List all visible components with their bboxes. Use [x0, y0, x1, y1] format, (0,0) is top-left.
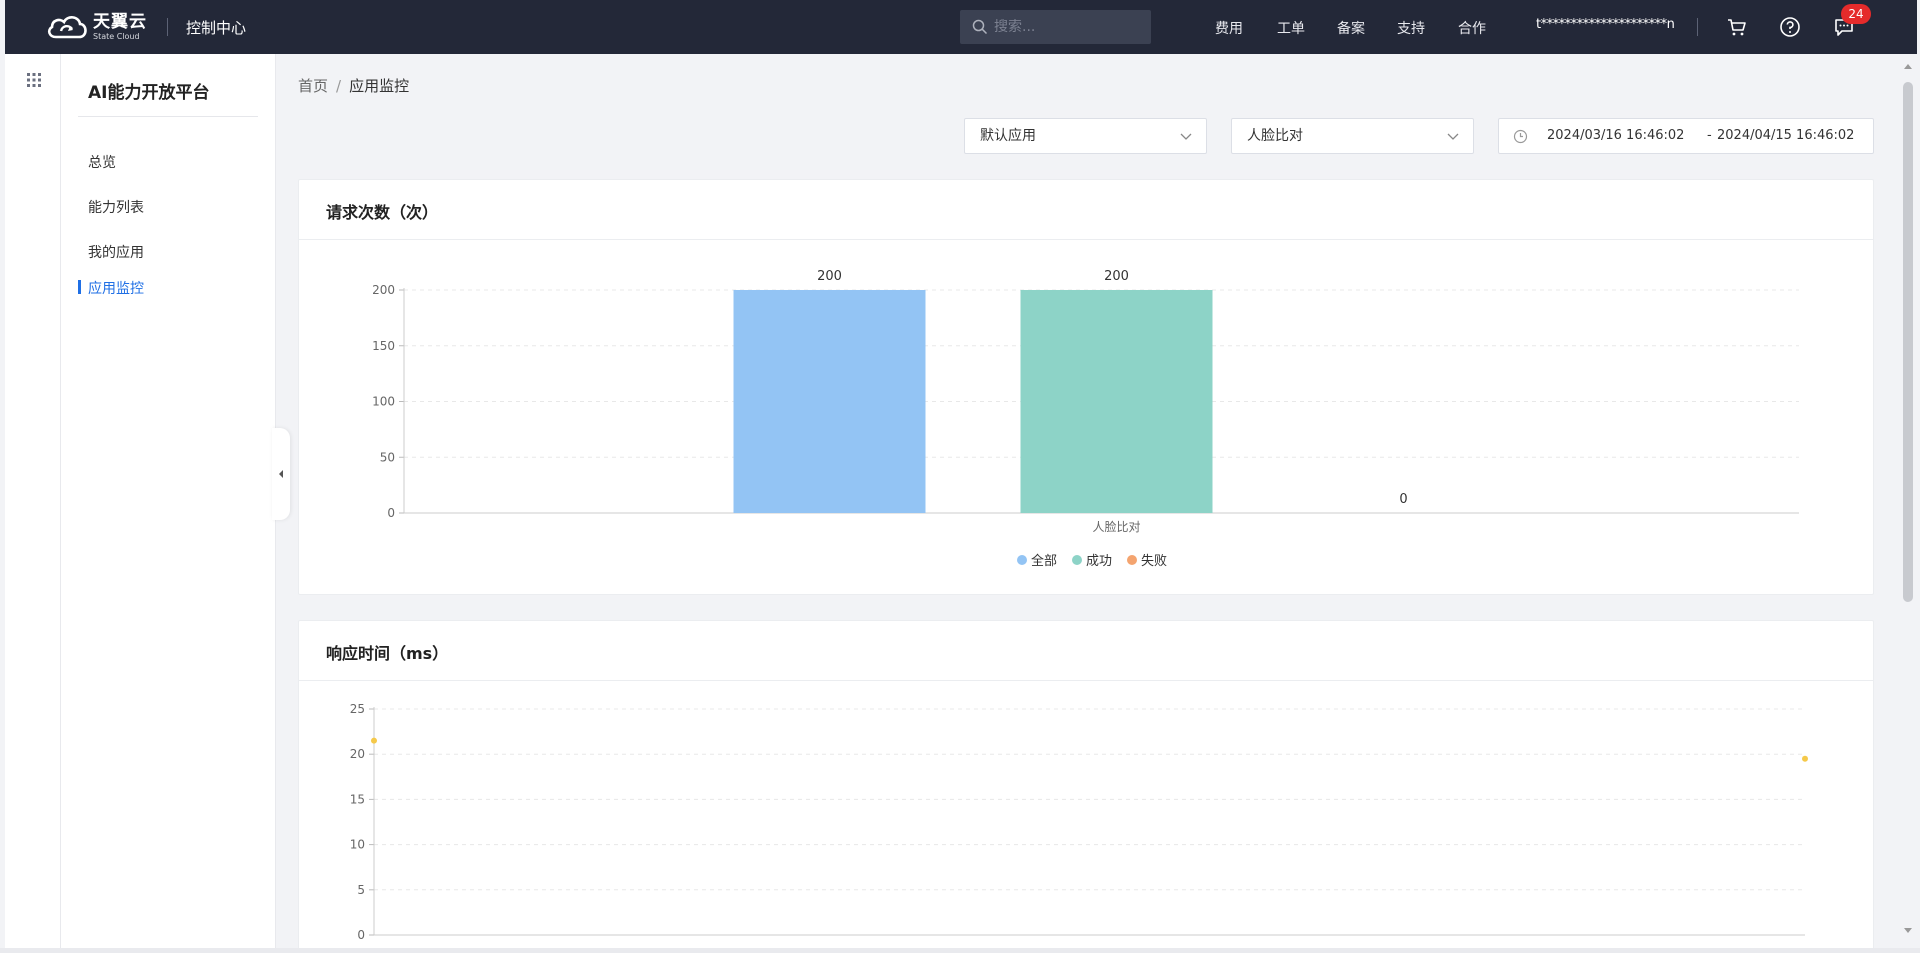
legend-marker — [1127, 555, 1137, 565]
sidebar: AI能力开放平台 总览 能力列表 我的应用 应用监控 — [61, 54, 276, 953]
legend-marker — [1017, 555, 1027, 565]
date-separator: - — [1707, 128, 1712, 143]
sidebar-item-app-monitor[interactable]: 应用监控 — [88, 278, 144, 298]
app-select[interactable]: 默认应用 — [964, 118, 1207, 154]
date-end[interactable]: 2024/04/15 16:46:02 — [1717, 119, 1854, 153]
brand-name: 天翼云 — [93, 11, 147, 32]
y-tick-label: 5 — [357, 883, 365, 897]
y-tick-label: 150 — [372, 339, 395, 353]
bar-1 — [733, 290, 926, 513]
app-select-value: 默认应用 — [980, 128, 1036, 144]
product-strip — [5, 54, 61, 953]
bottom-edge — [0, 948, 1920, 953]
search-icon — [972, 19, 988, 35]
bar-value-label: 200 — [1104, 269, 1129, 284]
help-icon[interactable] — [1778, 15, 1802, 39]
search-box[interactable] — [960, 10, 1151, 44]
scroll-thumb[interactable] — [1903, 82, 1913, 602]
brand-logo[interactable]: 天翼云 State Cloud — [45, 12, 147, 42]
scroll-up-icon[interactable] — [1904, 64, 1912, 69]
ability-select[interactable]: 人脸比对 — [1231, 118, 1474, 154]
cart-icon[interactable] — [1725, 15, 1749, 39]
scatter-point — [371, 737, 377, 744]
y-tick-label: 100 — [372, 395, 395, 409]
nav-fees[interactable]: 费用 — [1215, 18, 1243, 38]
breadcrumb-current: 应用监控 — [349, 77, 410, 95]
requests-chart-card: 请求次数（次） 0 50 100 150 200 200 200 0 人脸比对 全部 成功 失败 — [298, 179, 1874, 595]
breadcrumb-home[interactable]: 首页 — [298, 77, 328, 95]
cloud-logo-icon — [47, 16, 87, 39]
y-tick-label: 50 — [380, 450, 395, 464]
logo-divider — [167, 18, 168, 36]
y-tick-label: 0 — [357, 928, 365, 942]
nav-tickets[interactable]: 工单 — [1277, 18, 1305, 38]
chevron-down-icon — [1180, 133, 1192, 140]
sidebar-collapse-button[interactable] — [272, 428, 290, 520]
requests-bar-chart: 0 50 100 150 200 200 200 0 人脸比对全部 成功 失败 — [372, 269, 1799, 569]
response-scatter-chart: 0 5 10 15 20 25 — [350, 702, 1808, 942]
ability-select-value: 人脸比对 — [1247, 128, 1303, 144]
active-indicator — [78, 280, 81, 294]
sidebar-divider — [78, 116, 258, 117]
caret-left-icon — [279, 470, 283, 478]
legend-marker — [1072, 555, 1082, 565]
brand-sub: State Cloud — [93, 31, 140, 41]
nav-filing[interactable]: 备案 — [1337, 18, 1365, 38]
y-tick-label: 20 — [350, 747, 365, 761]
notification-badge: 24 — [1841, 4, 1871, 24]
sidebar-title: AI能力开放平台 — [88, 83, 210, 103]
bar-2 — [1020, 290, 1213, 513]
breadcrumb: 首页 / 应用监控 — [298, 75, 409, 96]
y-tick-label: 200 — [372, 283, 395, 297]
scatter-point — [1802, 755, 1808, 762]
sidebar-item-ability-list[interactable]: 能力列表 — [88, 197, 144, 217]
legend-label: 失败 — [1141, 554, 1167, 569]
sidebar-item-my-apps[interactable]: 我的应用 — [88, 242, 144, 262]
nav-cooperation[interactable]: 合作 — [1458, 18, 1486, 38]
y-tick-label: 0 — [387, 506, 395, 520]
x-tick-label: 人脸比对 — [1092, 520, 1140, 534]
response-chart-card: 响应时间（ms） 0 5 10 15 20 25 — [298, 620, 1874, 953]
page-scrollbar[interactable] — [1899, 54, 1917, 953]
brand-text: 天翼云 State Cloud — [93, 11, 147, 41]
scroll-down-icon[interactable] — [1904, 928, 1912, 933]
user-account[interactable]: t*********************n — [1536, 17, 1675, 32]
legend-label: 全部 — [1031, 553, 1057, 569]
chevron-down-icon — [1447, 133, 1459, 140]
nav-support[interactable]: 支持 — [1397, 18, 1425, 38]
divider — [1697, 18, 1698, 36]
y-tick-label: 10 — [350, 838, 365, 852]
date-start[interactable]: 2024/03/16 16:46:02 — [1547, 119, 1684, 153]
date-range-picker[interactable]: 2024/03/16 16:46:02 - 2024/04/15 16:46:0… — [1498, 118, 1874, 154]
y-tick-label: 25 — [350, 702, 365, 716]
legend-label: 成功 — [1086, 554, 1112, 569]
sidebar-item-overview[interactable]: 总览 — [88, 152, 116, 172]
grid-icon[interactable] — [26, 72, 42, 88]
clock-icon — [1513, 129, 1528, 144]
bar-value-label: 0 — [1399, 492, 1407, 507]
search-input[interactable] — [994, 19, 1144, 35]
y-tick-label: 15 — [350, 792, 365, 806]
console-title[interactable]: 控制中心 — [186, 17, 246, 38]
top-bar: 天翼云 State Cloud 控制中心 费用 工单 备案 支持 合作 t***… — [5, 0, 1917, 54]
breadcrumb-separator: / — [336, 77, 342, 95]
bar-value-label: 200 — [817, 269, 842, 284]
